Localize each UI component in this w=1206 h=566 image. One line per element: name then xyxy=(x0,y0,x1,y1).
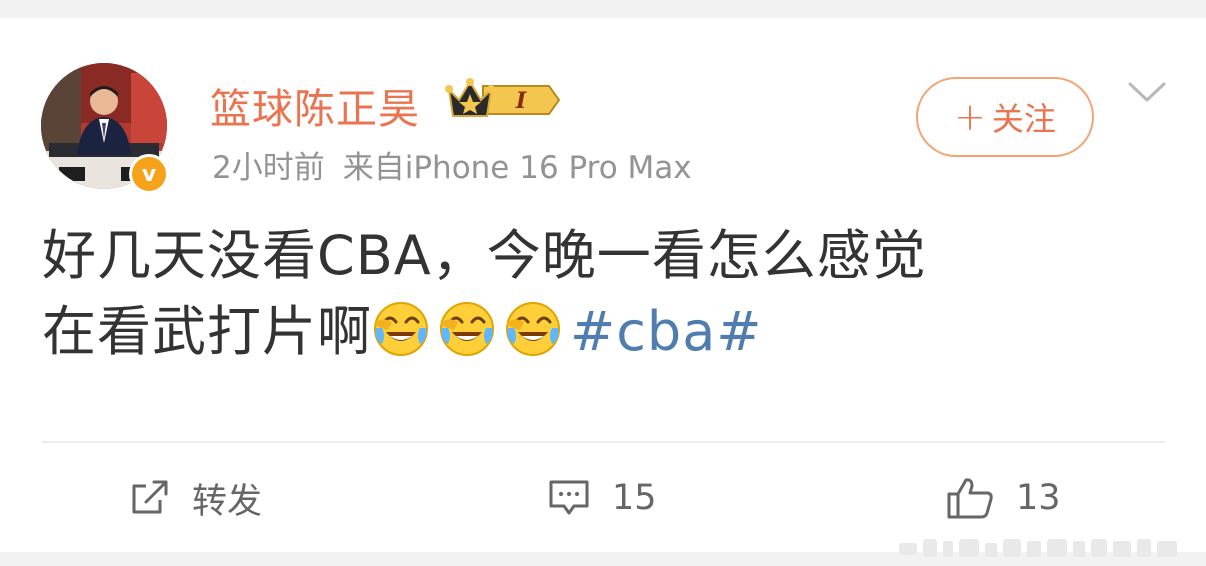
watermark-icon xyxy=(899,539,1177,557)
level-badge-text: I xyxy=(515,88,527,114)
topic-link[interactable]: #cba# xyxy=(570,300,763,363)
laugh-cry-emoji-icon xyxy=(506,302,560,356)
plus-icon: + xyxy=(954,95,986,139)
like-button[interactable]: 13 xyxy=(946,476,1061,520)
laugh-cry-emoji-icon xyxy=(374,302,428,356)
laugh-cry-emoji-icon xyxy=(440,302,494,356)
repost-button[interactable]: 转发 xyxy=(130,476,262,522)
follow-label: 关注 xyxy=(991,100,1056,138)
post-time: 2小时前 xyxy=(212,150,325,186)
chevron-down-icon[interactable] xyxy=(1126,78,1168,108)
weibo-post-card: v 篮球陈正昊 I 2小时前 来自iPhone 16 Pro Max + 关注 好… xyxy=(0,18,1206,557)
thumbs-up-icon xyxy=(947,478,993,519)
post-content: 好几天没看CBA，今晚一看怎么感觉 在看武打片啊 #cba# xyxy=(42,218,1172,370)
post-source: 来自iPhone 16 Pro Max xyxy=(342,150,692,186)
share-icon xyxy=(132,480,168,514)
verified-badge-icon: v xyxy=(129,154,169,194)
comment-count: 15 xyxy=(612,478,657,518)
like-count: 13 xyxy=(1016,478,1061,518)
repost-label: 转发 xyxy=(192,481,263,522)
content-line-2: 在看武打片啊 #cba# xyxy=(42,294,1172,370)
comment-icon xyxy=(549,480,589,515)
comment-button[interactable]: 15 xyxy=(548,476,657,520)
content-line-2-text: 在看武打片啊 xyxy=(42,300,372,363)
divider xyxy=(42,441,1165,443)
content-line-1: 好几天没看CBA，今晚一看怎么感觉 xyxy=(42,224,927,287)
follow-button[interactable]: + 关注 xyxy=(916,77,1094,157)
author-name[interactable]: 篮球陈正昊 xyxy=(210,75,420,135)
post-meta: 2小时前 来自iPhone 16 Pro Max xyxy=(212,142,692,187)
crown-level-badge-icon: I xyxy=(443,76,561,124)
